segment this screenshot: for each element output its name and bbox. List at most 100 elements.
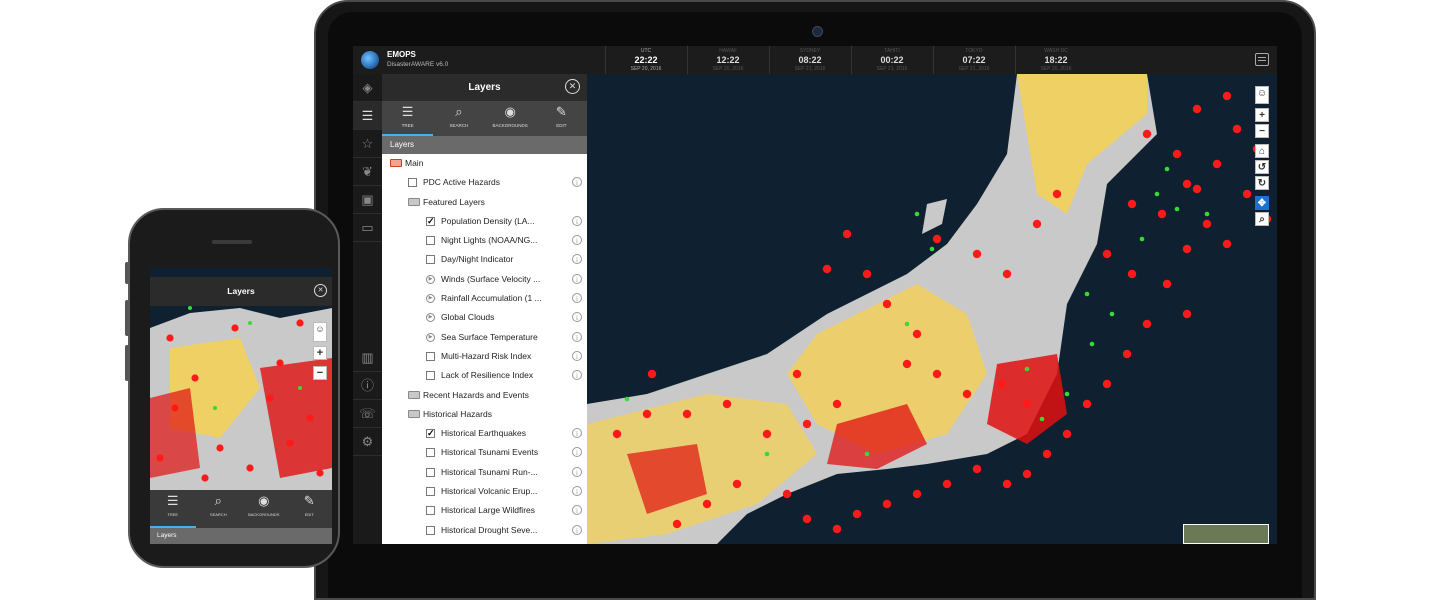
info-icon[interactable]: i [572, 177, 582, 188]
info-icon[interactable]: i [572, 293, 582, 304]
earthquake-marker [782, 489, 792, 499]
tab-label: BACKGROUNDS [492, 123, 528, 128]
layers-icon[interactable]: ☰ [353, 102, 382, 130]
layer-checkbox[interactable] [426, 255, 435, 265]
phone-person-icon[interactable]: ☺ [313, 322, 327, 342]
layer-row[interactable]: ▶ Global Clouds i [382, 308, 587, 327]
play-icon[interactable]: ▶ [426, 313, 435, 323]
tab-backgrounds[interactable]: ◉ BACKGROUNDS [241, 490, 287, 528]
close-icon[interactable]: ✕ [565, 79, 580, 94]
info-icon[interactable]: i [572, 370, 582, 381]
layer-row[interactable]: Night Lights (NOAA/NG... i [382, 231, 587, 250]
info-icon[interactable]: i [572, 524, 582, 535]
layer-row[interactable]: ▶ Winds (Surface Velocity ... i [382, 270, 587, 289]
zoom-in-button[interactable]: + [1255, 108, 1269, 122]
info-icon[interactable]: i [572, 254, 582, 265]
folder-icon[interactable] [408, 409, 420, 418]
map-view[interactable]: ☺ + − ⌂ ↺ ↻ ✥ ⌕ [587, 74, 1277, 544]
layer-checkbox[interactable]: ✓ [426, 429, 435, 439]
layer-row[interactable]: Recent Hazards and Events [382, 386, 587, 405]
info-icon[interactable]: i [572, 273, 582, 284]
layer-checkbox[interactable] [426, 525, 435, 535]
layer-checkbox[interactable] [426, 467, 435, 477]
info-icon[interactable]: i [572, 466, 582, 477]
clock-time: 22:22 [634, 55, 658, 65]
tab-search[interactable]: ⌕ SEARCH [433, 101, 484, 136]
phone-close-icon[interactable]: ✕ [314, 284, 327, 297]
info-icon[interactable]: i [572, 486, 582, 497]
rotate-left-icon[interactable]: ↺ [1255, 160, 1269, 174]
network-icon[interactable]: ⚙ [353, 428, 382, 456]
layer-checkbox[interactable] [408, 178, 417, 188]
phone-zoom-out-button[interactable]: − [313, 366, 327, 380]
info-icon[interactable]: i [572, 215, 582, 226]
home-icon[interactable]: ⌂ [1255, 144, 1269, 158]
tab-edit[interactable]: ✎ EDIT [536, 101, 587, 136]
overview-minimap[interactable] [1183, 524, 1269, 544]
layer-row[interactable]: Historical Tsunami Events i [382, 443, 587, 462]
info-icon[interactable]: i [572, 428, 582, 439]
tv-icon[interactable]: ▣ [353, 186, 382, 214]
layer-checkbox[interactable] [426, 371, 435, 381]
phone-zoom-in-button[interactable]: + [313, 346, 327, 360]
layer-row[interactable]: Historical Tsunami Run-... i [382, 463, 587, 482]
info-icon[interactable]: i [572, 312, 582, 323]
layer-row[interactable]: Main [382, 154, 587, 173]
person-icon[interactable]: ☺ [1255, 86, 1269, 104]
earthquake-marker [276, 359, 284, 367]
rotate-right-icon[interactable]: ↻ [1255, 176, 1269, 190]
play-icon[interactable]: ▶ [426, 274, 435, 284]
folder-icon[interactable] [408, 390, 420, 399]
tab-tree[interactable]: ☰ TREE [382, 101, 434, 136]
layer-row[interactable]: PDC Active Hazards i [382, 173, 587, 192]
layer-row[interactable]: ✓ Historical Earthquakes i [382, 424, 587, 443]
info-icon[interactable]: i [572, 505, 582, 516]
folder-icon[interactable] [408, 197, 420, 206]
layer-row[interactable]: Lack of Resilience Index i [382, 366, 587, 385]
folder-icon[interactable] [390, 159, 402, 167]
info-icon[interactable]: i [572, 331, 582, 342]
play-icon[interactable]: ▶ [426, 332, 435, 342]
tab-search[interactable]: ⌕ SEARCH [196, 490, 242, 528]
chart-icon[interactable]: ▥ [353, 344, 382, 372]
tab-tree[interactable]: ☰ TREE [150, 490, 196, 528]
tsunami-marker [624, 396, 630, 402]
layer-checkbox[interactable] [426, 236, 435, 246]
info-icon[interactable]: i [572, 235, 582, 246]
info-icon[interactable]: i [572, 350, 582, 361]
tool-rail: ◈ ☰ ☆ ❦ ▣ ▭ ▥ ⓘ ☏ ⚙ [353, 74, 383, 544]
layer-row[interactable]: Historical Large Wildfires i [382, 501, 587, 520]
layer-checkbox[interactable] [426, 448, 435, 458]
hazards-icon[interactable]: ◈ [353, 74, 382, 102]
info-icon[interactable]: i [572, 447, 582, 458]
layer-checkbox[interactable]: ✓ [426, 216, 435, 226]
video-icon[interactable]: ▭ [353, 214, 382, 242]
earthquake-marker [642, 409, 652, 419]
info-icon[interactable]: ⓘ [353, 372, 382, 400]
layer-row[interactable]: Historical Drought Seve... i [382, 521, 587, 540]
layer-row[interactable]: ▶ Rainfall Accumulation (1 ... i [382, 289, 587, 308]
layer-row[interactable]: ✓ Population Density (LA... i [382, 212, 587, 231]
tab-edit[interactable]: ✎ EDIT [287, 490, 333, 528]
layer-row[interactable]: Historical Hazards [382, 405, 587, 424]
tab-backgrounds[interactable]: ◉ BACKGROUNDS [485, 101, 536, 136]
play-icon[interactable]: ▶ [426, 294, 435, 304]
layer-checkbox[interactable] [426, 351, 435, 361]
star-icon[interactable]: ☆ [353, 130, 382, 158]
layer-row[interactable]: Historical Volcanic Erup... i [382, 482, 587, 501]
layer-label: Global Clouds [441, 312, 495, 323]
menu-icon[interactable] [1255, 53, 1269, 66]
zoom-out-button[interactable]: − [1255, 124, 1269, 138]
layer-checkbox[interactable] [426, 487, 435, 497]
phone-icon[interactable]: ☏ [353, 400, 382, 428]
layer-row[interactable]: ▶ Sea Surface Temperature i [382, 328, 587, 347]
pan-icon[interactable]: ✥ [1255, 196, 1269, 210]
map-canvas[interactable] [587, 74, 1277, 544]
layer-row[interactable]: Multi-Hazard Risk Index i [382, 347, 587, 366]
layer-checkbox[interactable] [426, 506, 435, 516]
tsunami-marker [1039, 416, 1045, 422]
layer-row[interactable]: Featured Layers [382, 193, 587, 212]
layer-row[interactable]: Day/Night Indicator i [382, 250, 587, 269]
twitter-icon[interactable]: ❦ [353, 158, 382, 186]
zoom-box-icon[interactable]: ⌕ [1255, 212, 1269, 226]
